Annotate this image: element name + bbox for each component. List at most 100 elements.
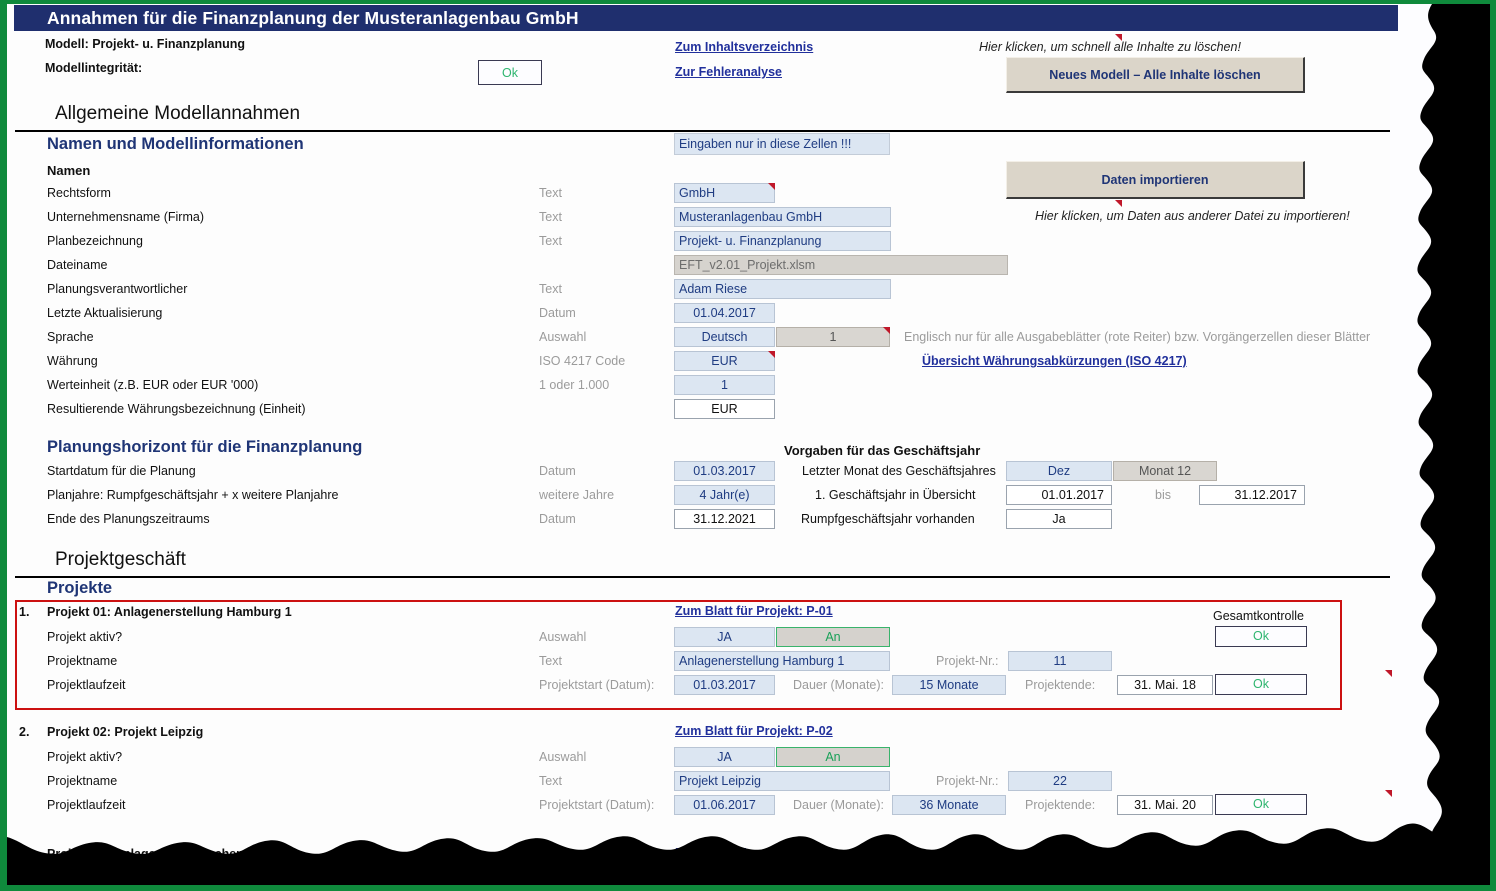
row-type-rechtsform: Text	[539, 186, 562, 200]
input-startdatum[interactable]: 01.03.2017	[674, 461, 775, 481]
project-name-label-2: Projektname	[47, 774, 118, 788]
project-ende-value-1: 31. Mai. 18	[1117, 675, 1213, 695]
project-nr-label-2: Projekt-Nr.:	[936, 774, 999, 788]
integrity-label: Modellintegrität:	[45, 61, 143, 75]
comment-flag-icon	[768, 183, 775, 190]
project-name-type-1: Text	[539, 654, 562, 668]
project-name-type-2: Text	[539, 774, 562, 788]
row-type-planjahre: weitere Jahre	[539, 488, 615, 502]
project-link-2[interactable]: Zum Blatt für Projekt: P-02	[675, 724, 833, 738]
row-label-planjahre: Planjahre: Rumpfgeschäftsjahr + x weiter…	[47, 488, 339, 502]
project-title-1: Projekt 01: Anlagenerstellung Hamburg 1	[47, 605, 292, 619]
project-index-3: 3.	[19, 847, 30, 861]
project-start-type-2: Projektstart (Datum):	[539, 798, 655, 812]
input-fiscal-last-month[interactable]: Dez	[1006, 461, 1112, 481]
import-data-button[interactable]: Daten importieren	[1006, 161, 1305, 199]
project-active-state-2: An	[776, 747, 890, 767]
row-label-planbezeichnung: Planbezeichnung	[47, 234, 143, 248]
comment-flag-icon	[1115, 34, 1122, 41]
comment-flag-icon	[1115, 200, 1122, 207]
input-planjahre[interactable]: 4 Jahr(e)	[674, 485, 775, 505]
section-project-business-title: Projektgeschäft	[55, 549, 186, 570]
row-label-ende-planung: Ende des Planungszeitraums	[47, 512, 210, 526]
row-label-waehrung: Währung	[47, 354, 98, 368]
project-active-type-2: Auswahl	[539, 750, 587, 764]
row-type-planbezeichnung: Text	[539, 234, 562, 248]
project-link-1[interactable]: Zum Blatt für Projekt: P-01	[675, 604, 833, 618]
value-dateiname: EFT_v2.01_Projekt.xlsm	[674, 255, 1008, 275]
project-active-type-1: Auswahl	[539, 630, 587, 644]
project-nr-value-1[interactable]: 11	[1008, 651, 1112, 671]
worksheet-area: Annahmen für die Finanzplanung der Muste…	[7, 4, 1398, 884]
project-dauer-value-2[interactable]: 36 Monate	[892, 795, 1006, 815]
row-label-werteinheit: Werteinheit (z.B. EUR oder EUR '000)	[47, 378, 259, 392]
row-label-startdatum: Startdatum für die Planung	[47, 464, 196, 478]
project-dauer-value-1[interactable]: 15 Monate	[892, 675, 1006, 695]
project-title-2: Projekt 02: Projekt Leipzig	[47, 725, 204, 739]
value-fiscal-year-end: 31.12.2017	[1199, 485, 1305, 505]
link-error-analysis[interactable]: Zur Fehleranalyse	[675, 65, 782, 79]
project-start-value-2[interactable]: 01.06.2017	[674, 795, 775, 815]
link-table-of-contents[interactable]: Zum Inhaltsverzeichnis	[675, 40, 813, 54]
project-duration-label-1: Projektlaufzeit	[47, 678, 126, 692]
control-header-1: Gesamtkontrolle	[1213, 609, 1305, 623]
row-label-waehrungsbezeichnung: Resultierende Währungsbezeichnung (Einhe…	[47, 402, 306, 416]
value-fiscal-stub-year: Ja	[1006, 509, 1112, 529]
heading-projects: Projekte	[47, 579, 113, 597]
hint-clear-model: Hier klicken, um schnell alle Inhalte zu…	[979, 40, 1241, 54]
section-general-assumptions-title: Allgemeine Modellannahmen	[55, 103, 301, 124]
row-type-startdatum: Datum	[539, 464, 576, 478]
input-planbezeichnung[interactable]: Projekt- u. Finanzplanung	[674, 231, 891, 251]
project-active-value-2[interactable]: JA	[674, 747, 775, 767]
project-title-3: Projekt 03: Anlagenbau München	[47, 847, 244, 861]
project-start-value-1[interactable]: 01.03.2017	[674, 675, 775, 695]
row-label-planungsverantwortlicher: Planungsverantwortlicher	[47, 282, 188, 296]
project-index-1: 1.	[19, 605, 30, 619]
row-type-letzte-aktualisierung: Datum	[539, 306, 576, 320]
value-fiscal-month-number: Monat 12	[1113, 461, 1217, 481]
link-currency-iso[interactable]: Übersicht Währungsabkürzungen (ISO 4217)	[922, 354, 1187, 368]
comment-flag-icon	[1385, 790, 1392, 797]
input-unternehmensname[interactable]: Musteranlagenbau GmbH	[674, 207, 891, 227]
comment-flag-icon	[883, 327, 890, 334]
divider-general	[15, 130, 1390, 132]
subheading-names: Namen	[47, 163, 91, 178]
integrity-status-badge: Ok	[478, 60, 542, 85]
new-model-clear-button[interactable]: Neues Modell – Alle Inhalte löschen	[1006, 57, 1305, 93]
input-planungsverantwortlicher[interactable]: Adam Riese	[674, 279, 891, 299]
input-rechtsform[interactable]: GmbH	[674, 183, 775, 203]
project-dauer-label-2: Dauer (Monate):	[793, 798, 885, 812]
row-type-sprache: Auswahl	[539, 330, 587, 344]
input-sprache[interactable]: Deutsch	[674, 327, 775, 347]
row-label-sprache: Sprache	[47, 330, 94, 344]
spreadsheet-page: Annahmen für die Finanzplanung der Muste…	[0, 0, 1496, 891]
project-overall-status-1: Ok	[1215, 626, 1307, 647]
fiscal-label-last-month: Letzter Monat des Geschäftsjahres	[802, 464, 996, 478]
project-active-value-1[interactable]: JA	[674, 627, 775, 647]
row-type-planungsverantwortlicher: Text	[539, 282, 562, 296]
row-type-werteinheit: 1 oder 1.000	[539, 378, 610, 392]
project-row-status-1: Ok	[1215, 674, 1307, 695]
input-letzte-aktualisierung[interactable]: 01.04.2017	[674, 303, 775, 323]
heading-names-model-info: Namen und Modellinformationen	[47, 135, 304, 153]
fiscal-label-stub-year: Rumpfgeschäftsjahr vorhanden	[801, 512, 975, 526]
project-name-value-2[interactable]: Projekt Leipzig	[674, 771, 890, 791]
project-nr-value-2[interactable]: 22	[1008, 771, 1112, 791]
row-label-firma: Unternehmensname (Firma)	[47, 210, 204, 224]
input-waehrung[interactable]: EUR	[674, 351, 775, 371]
project-active-state-1: An	[776, 627, 890, 647]
input-werteinheit[interactable]: 1	[674, 375, 775, 395]
project-index-2: 2.	[19, 725, 30, 739]
project-name-value-1[interactable]: Anlagenerstellung Hamburg 1	[674, 651, 890, 671]
heading-planning-horizon: Planungshorizont für die Finanzplanung	[47, 438, 363, 456]
project-row-status-2: Ok	[1215, 794, 1307, 815]
row-type-ende-planung: Datum	[539, 512, 576, 526]
fiscal-separator-bis: bis	[1155, 488, 1171, 502]
language-note: Englisch nur für alle Ausgabeblätter (ro…	[904, 330, 1371, 344]
row-type-waehrung: ISO 4217 Code	[539, 354, 626, 368]
value-fiscal-year-start: 01.01.2017	[1006, 485, 1112, 505]
row-label-letzte-aktualisierung: Letzte Aktualisierung	[47, 306, 163, 320]
project-link-3[interactable]: Zum Blatt für	[675, 846, 753, 860]
project-start-type-1: Projektstart (Datum):	[539, 678, 655, 692]
project-active-label-2: Projekt aktiv?	[47, 750, 123, 764]
